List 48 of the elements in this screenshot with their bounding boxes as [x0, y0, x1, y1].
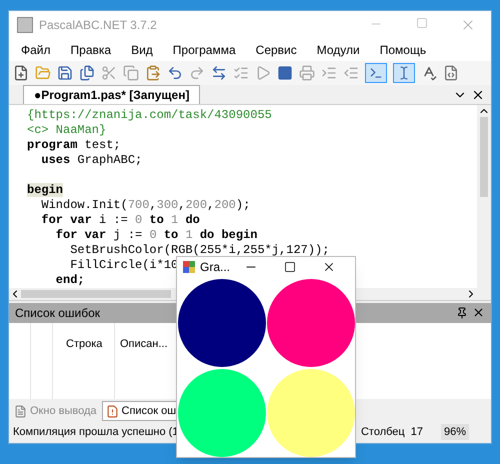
column-header[interactable]: Описан...: [120, 338, 168, 350]
menu-item[interactable]: Программа: [172, 40, 236, 59]
code-line: SetBrushColor(RGB(255*i,255*j,127));: [69, 242, 330, 257]
editor-tab[interactable]: ●Program1.pas* [Запущен]: [23, 84, 200, 104]
column-header[interactable]: Строка: [66, 338, 102, 350]
save-icon[interactable]: [57, 64, 73, 81]
app-icon: [183, 261, 195, 273]
replace-icon[interactable]: [211, 64, 227, 81]
document-icon: [14, 404, 27, 418]
code-line: for var i := 0 to 1 do: [40, 212, 200, 227]
console-toggle[interactable]: [365, 62, 387, 83]
menu-item[interactable]: Вид: [131, 40, 153, 59]
window-title: PascalABC.NET 3.7.2: [39, 16, 157, 34]
window-title: Gra...: [200, 259, 230, 276]
menu-item[interactable]: Помощь: [380, 40, 426, 59]
undo-icon[interactable]: [167, 64, 183, 81]
close-icon[interactable]: [472, 306, 485, 320]
pin-icon[interactable]: [456, 306, 468, 319]
code-line: end;: [54, 272, 85, 287]
menu-item[interactable]: Модули: [316, 40, 360, 59]
zoom-level: 96%: [440, 424, 469, 440]
stop-icon[interactable]: [277, 64, 293, 81]
code-line: Window.Init(700,300,200,200);: [40, 198, 250, 212]
column-number: 17: [410, 424, 423, 440]
code-line: <c> NaaMan}: [27, 122, 106, 137]
scrollbar-thumb[interactable]: [21, 290, 171, 298]
save-all-icon[interactable]: [79, 64, 95, 81]
code-line: for var j := 0 to 1 do begin: [54, 228, 258, 242]
maximize-icon[interactable]: [284, 261, 296, 273]
menu-item[interactable]: Правка: [70, 40, 112, 59]
column-label: Столбец: [360, 424, 405, 440]
console-icon: [369, 66, 383, 80]
vertical-scrollbar[interactable]: [477, 104, 491, 300]
panel-title: Список ошибок: [15, 304, 100, 322]
document-icon[interactable]: [443, 64, 459, 81]
code-line: {https://znanija.com/task/43090055: [27, 108, 272, 122]
new-file-icon[interactable]: [13, 64, 29, 81]
menu-item[interactable]: Сервис: [256, 40, 297, 59]
scrollbar-thumb[interactable]: [480, 116, 488, 197]
code-line: uses GraphABC;: [40, 152, 142, 167]
menu-item[interactable]: Файл: [21, 40, 51, 59]
code-line: FillCircle(i*10: [69, 258, 178, 272]
text-cursor-toggle[interactable]: [393, 62, 415, 83]
paste-icon[interactable]: [145, 64, 161, 81]
warning-file-icon: [106, 404, 118, 418]
panel-tab[interactable]: Список ош: [102, 401, 176, 422]
app-logo-icon: [17, 16, 33, 33]
code-line: program test;: [27, 138, 121, 152]
